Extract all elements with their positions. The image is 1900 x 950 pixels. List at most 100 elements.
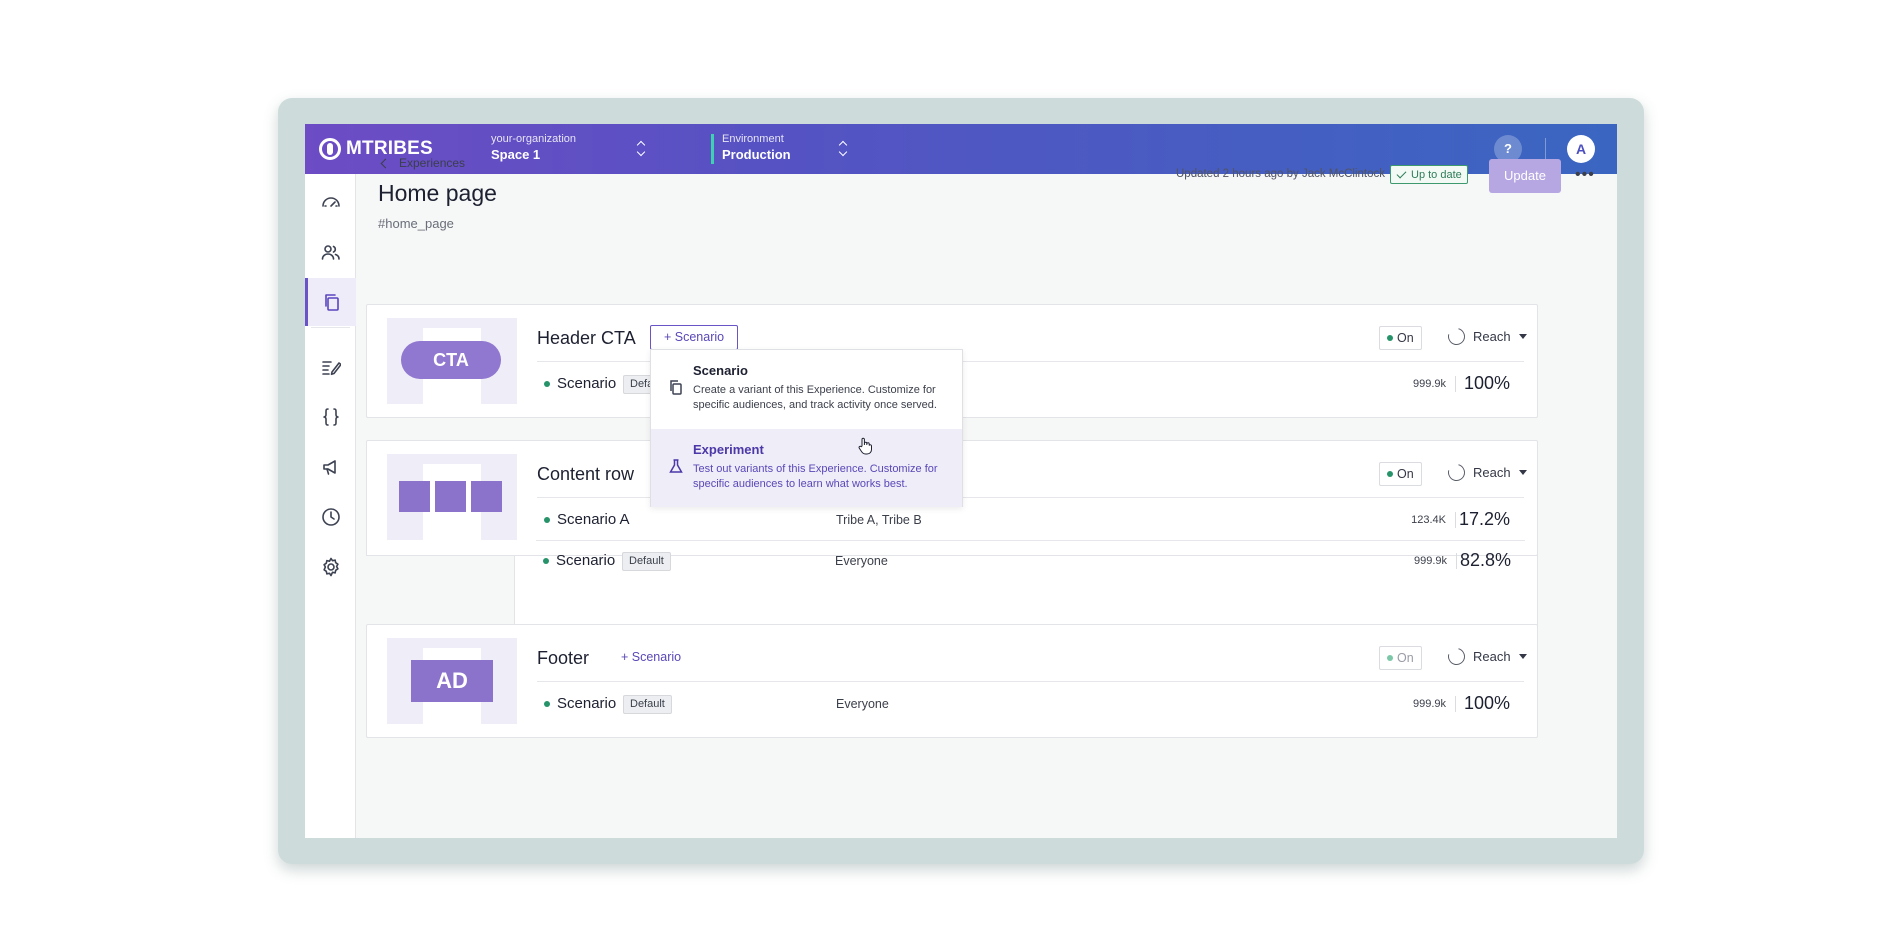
environment-name: Production [722, 147, 791, 162]
experience-thumbnail: AD [387, 638, 517, 724]
check-icon [1396, 168, 1407, 178]
reach-dropdown[interactable]: Reach [1444, 460, 1527, 485]
scenario-name: Scenario [556, 552, 616, 569]
sidebar-item-dashboard[interactable] [305, 178, 356, 226]
scenario-status-dot [543, 558, 549, 564]
status-dot [1387, 335, 1393, 341]
row-divider [537, 681, 1524, 682]
experience-thumbnail [387, 454, 517, 540]
scenario-row[interactable]: Scenario A Tribe A, Tribe B 123.4K 17.2% [537, 503, 1524, 537]
user-avatar[interactable]: A [1567, 135, 1595, 163]
sidebar-item-announcements[interactable] [305, 443, 356, 491]
experience-toggle[interactable]: On [1379, 326, 1422, 350]
megaphone-icon [322, 460, 336, 475]
scenario-row[interactable]: Scenario Default Everyone 999.9k 82.8% [536, 544, 1525, 578]
clock-icon [321, 508, 340, 526]
experience-toggle[interactable]: On [1379, 462, 1422, 486]
add-scenario-button[interactable]: + Scenario [650, 325, 739, 350]
environment-label: Environment [722, 133, 784, 145]
scenario-reach-percent: 17.2% [1458, 509, 1510, 529]
percent-divider [1455, 696, 1456, 712]
cta-thumbnail-graphic: CTA [401, 341, 501, 379]
edit-list-icon [321, 361, 341, 376]
scenario-reach-count: 999.9k [1412, 378, 1446, 390]
tile-graphic [435, 481, 466, 512]
sidebar-item-experiences[interactable] [305, 278, 356, 326]
experiences-copy-icon [325, 294, 339, 311]
menu-item-description: Create a variant of this Experience. Cus… [693, 384, 937, 411]
environment-selector[interactable]: Environment Production [722, 133, 872, 162]
scenario-audience: Everyone [836, 697, 889, 711]
caret-down-icon [1518, 470, 1527, 475]
environment-color-bar [711, 134, 714, 164]
scenario-status-dot [544, 701, 550, 707]
default-badge: Default [623, 695, 672, 714]
update-button[interactable]: Update [1489, 159, 1561, 193]
default-badge: Default [622, 552, 671, 571]
experience-thumbnail: CTA [387, 318, 517, 404]
last-updated-text: Updated 2 hours ago by Jack McClintock [1176, 168, 1386, 180]
scenario-name: Scenario [557, 695, 617, 712]
flask-icon [669, 459, 683, 473]
scenario-audience: Everyone [835, 554, 888, 568]
page-title: Home page [378, 180, 497, 206]
sidebar-item-history[interactable] [305, 493, 356, 541]
env-updown-chevron-icon[interactable] [838, 141, 848, 157]
reach-label: Reach [1473, 329, 1511, 344]
more-options-button[interactable]: ••• [1575, 167, 1595, 183]
percent-divider [1456, 553, 1457, 569]
menu-item-title: Experiment [693, 442, 764, 457]
scenario-reach-percent: 100% [1463, 693, 1510, 713]
reach-dropdown[interactable]: Reach [1444, 324, 1527, 349]
reach-circle-icon [1444, 644, 1469, 669]
add-scenario-menu: Scenario Create a variant of this Experi… [650, 349, 963, 507]
reach-circle-icon [1444, 324, 1469, 349]
scenario-audience: Tribe A, Tribe B [836, 513, 922, 527]
experience-title[interactable]: Header CTA [537, 328, 636, 349]
status-dot [1387, 655, 1393, 661]
experience-title[interactable]: Content row [537, 464, 634, 485]
menu-item-scenario[interactable]: Scenario Create a variant of this Experi… [651, 350, 962, 428]
reach-label: Reach [1473, 649, 1511, 664]
reach-label: Reach [1473, 465, 1511, 480]
hand-pointer-cursor-icon [858, 437, 872, 455]
sidebar-item-code[interactable] [305, 393, 356, 441]
add-scenario-button[interactable]: + Scenario [607, 645, 695, 670]
scenario-status-dot [544, 381, 550, 387]
dashboard-gauge-icon [321, 197, 340, 207]
chevron-left-icon [380, 158, 391, 168]
scenario-row[interactable]: Scenario Default Everyone 999.9k 100% [537, 687, 1524, 721]
page-key: #home_page [378, 216, 454, 231]
back-link-label: Experiences [399, 156, 466, 170]
experience-toggle[interactable]: On [1379, 646, 1422, 670]
mtribes-logo-icon [319, 138, 341, 160]
scenario-name: Scenario [557, 375, 617, 392]
app-window: MTRIBES your-organization Space 1 Enviro… [305, 124, 1617, 838]
experience-card-footer: AD Footer + Scenario On Reach Scenario D… [366, 624, 1538, 738]
menu-item-experiment[interactable]: Experiment Test out variants of this Exp… [651, 429, 962, 507]
sidebar-item-settings[interactable] [305, 543, 356, 591]
reach-circle-icon [1444, 460, 1469, 485]
caret-down-icon [1518, 334, 1527, 339]
status-dot [1387, 471, 1393, 477]
settings-gear-icon [322, 557, 339, 577]
toggle-label: On [1397, 331, 1414, 345]
scenario-reach-percent: 82.8% [1459, 550, 1511, 570]
scenario-reach-count: 999.9k [1412, 698, 1446, 710]
sidebar-item-edit[interactable] [305, 343, 356, 391]
scenario-status-dot [544, 517, 550, 523]
toggle-label: On [1397, 467, 1414, 481]
experience-title[interactable]: Footer [537, 648, 589, 669]
tile-graphic [471, 481, 502, 512]
sidebar-item-audiences[interactable] [305, 228, 356, 276]
code-braces-icon [322, 408, 339, 426]
back-to-experiences-link[interactable]: Experiences [380, 156, 466, 170]
scenario-reach-percent: 100% [1463, 373, 1510, 393]
percent-divider [1455, 512, 1456, 528]
org-updown-chevron-icon[interactable] [636, 141, 646, 157]
caret-down-icon [1518, 654, 1527, 659]
toggle-label: On [1397, 651, 1414, 665]
topbar-divider [1545, 138, 1546, 160]
reach-dropdown[interactable]: Reach [1444, 644, 1527, 669]
ad-thumbnail-graphic: AD [411, 660, 493, 702]
